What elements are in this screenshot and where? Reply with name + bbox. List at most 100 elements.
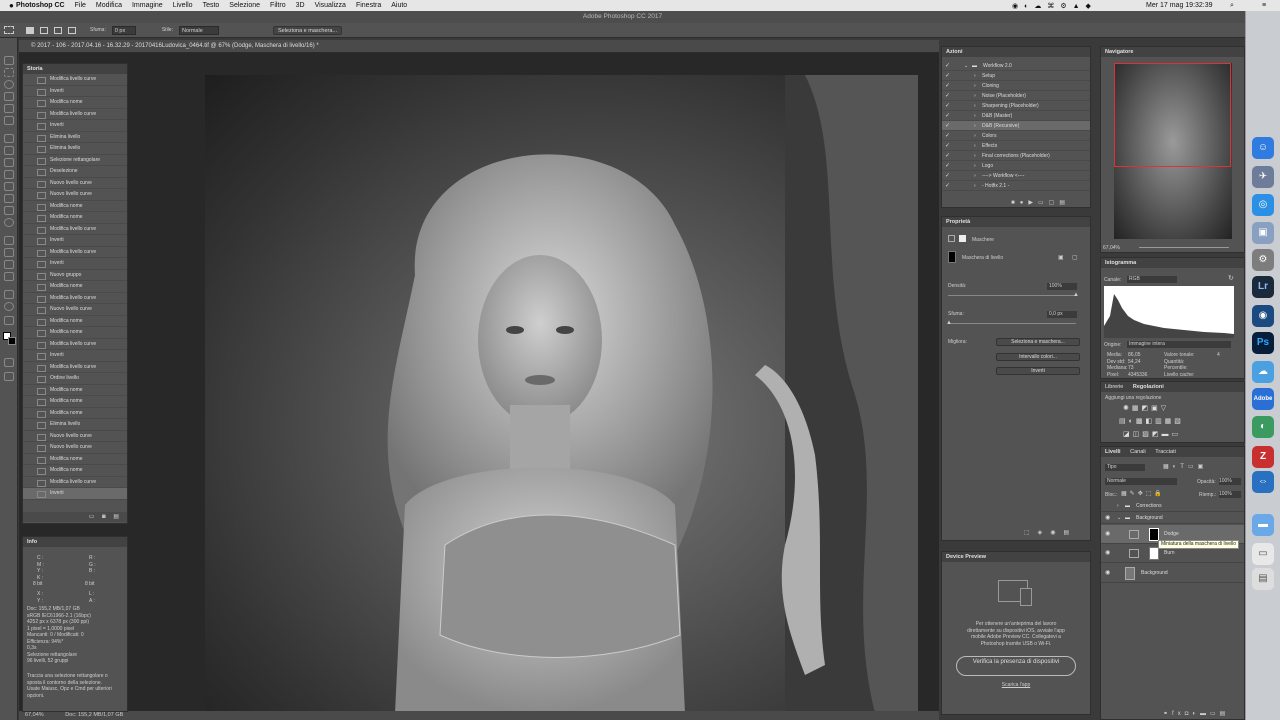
lasso-tool-icon[interactable] <box>4 80 14 89</box>
new-selection-icon[interactable] <box>26 26 34 34</box>
navigator-zoom[interactable]: 67,04% <box>1103 245 1120 252</box>
folder-icon[interactable]: ▬ <box>1252 514 1274 536</box>
history-item[interactable]: Nuovo gruppo <box>23 270 127 281</box>
history-item[interactable]: Modifica nome <box>23 465 127 477</box>
menu-testo[interactable]: Testo <box>198 2 225 9</box>
trash-icon[interactable]: ▤ <box>1064 530 1078 536</box>
new-layer-icon[interactable]: ▭ <box>1210 711 1220 717</box>
layer-group-background[interactable]: ◉ ⌄ ▬ Background <box>1101 512 1244 524</box>
eraser-tool-icon[interactable] <box>4 182 14 191</box>
menu-aiuto[interactable]: Aiuto <box>386 2 412 9</box>
chevron-right-icon[interactable]: › <box>974 121 976 131</box>
tab-adjustments[interactable]: Regolazioni <box>1133 384 1164 390</box>
menu-filtro[interactable]: Filtro <box>265 2 291 9</box>
screen-mode-icon[interactable] <box>4 372 14 381</box>
action-item[interactable]: ✓ › D&B (Recursive) <box>942 121 1090 131</box>
feather-slider[interactable] <box>948 323 1076 324</box>
apply-mask-icon[interactable]: ◈ <box>1038 530 1051 536</box>
history-item[interactable]: Inverti <box>23 86 127 97</box>
photoshop-icon[interactable]: Ps <box>1252 332 1274 354</box>
new-set-icon[interactable]: ▭ <box>1038 200 1049 206</box>
action-item[interactable]: ✓ › Final corrections (Placeholder) <box>942 151 1090 161</box>
action-item[interactable]: ✓ › Cloning <box>942 81 1090 91</box>
actions-title[interactable]: Azioni <box>942 47 1090 57</box>
navigator-title[interactable]: Navigatore <box>1101 47 1244 57</box>
link-icon[interactable]: ⚭ <box>1163 711 1172 717</box>
system-preferences-icon[interactable]: ⚙ <box>1252 249 1274 271</box>
type-tool-icon[interactable] <box>4 248 14 257</box>
trash-icon[interactable]: ▤ <box>113 514 119 520</box>
check-icon[interactable]: ✓ <box>945 131 950 141</box>
check-devices-button[interactable]: Verifica la presenza di dispositivi <box>956 656 1076 676</box>
blur-tool-icon[interactable] <box>4 206 14 215</box>
eyedropper-tool-icon[interactable] <box>4 116 14 125</box>
new-action-icon[interactable]: ▢ <box>1049 200 1060 206</box>
history-item[interactable]: Inverti <box>23 350 127 362</box>
layer-group-corrections[interactable]: › ▬ Corrections <box>1101 500 1244 512</box>
navigator-zoom-slider[interactable] <box>1139 247 1229 248</box>
chevron-right-icon[interactable]: › <box>1117 500 1119 512</box>
history-item[interactable]: Elimina livello <box>23 143 127 155</box>
action-item[interactable]: ✓ › ----> Workflow <---- <box>942 171 1090 181</box>
density-slider[interactable] <box>948 295 1076 296</box>
zoom-level[interactable]: 67,04% <box>25 712 44 718</box>
layer-filter-icons[interactable]: ▦◐T▭▣ <box>1163 463 1207 470</box>
channel-select[interactable]: RGB <box>1127 276 1177 283</box>
chevron-right-icon[interactable]: › <box>974 131 976 141</box>
history-item[interactable]: Modifica nome <box>23 327 127 339</box>
history-item[interactable]: Inverti <box>23 235 127 247</box>
adjustment-icons-row3[interactable]: ◪◫▨◩▬▭ <box>1123 430 1181 438</box>
mask-thumbnail[interactable] <box>1149 547 1159 560</box>
status-icons[interactable]: ◉◐☁⌘⚙▲◆ <box>1012 2 1097 10</box>
density-input[interactable]: 100% <box>1047 283 1077 290</box>
apple-menu-icon[interactable]: ● <box>4 1 19 10</box>
document-tab[interactable]: © 2017 - 106 - 2017.04.16 - 16.32.29 - 2… <box>19 40 939 53</box>
doc-size[interactable]: Doc: 155,2 MB/1,07 GB <box>65 712 123 718</box>
history-item[interactable]: Nuovo livello curve <box>23 304 127 316</box>
action-item[interactable]: ✓ › Noise (Placeholder) <box>942 91 1090 101</box>
chevron-right-icon[interactable]: › <box>974 171 976 181</box>
action-item[interactable]: ✓ › Setup <box>942 71 1090 81</box>
quick-mask-icon[interactable] <box>4 358 14 367</box>
check-icon[interactable]: ✓ <box>945 61 950 71</box>
zoom-tool-icon[interactable] <box>4 302 14 311</box>
preview-icon[interactable]: ▣ <box>1252 222 1274 244</box>
opacity-input[interactable]: 100% <box>1219 478 1241 485</box>
history-brush-tool-icon[interactable] <box>4 170 14 179</box>
check-icon[interactable]: ✓ <box>945 161 950 171</box>
tab-paths[interactable]: Tracciati <box>1155 449 1176 455</box>
history-item[interactable]: Modifica nome <box>23 408 127 419</box>
snapshot-icon[interactable]: ◙ <box>102 514 106 520</box>
invert-button[interactable]: Inverti <box>996 367 1080 375</box>
menu-file[interactable]: File <box>70 2 91 9</box>
history-item[interactable]: Modifica livello curve <box>23 109 127 120</box>
visibility-icon[interactable]: ◉ <box>1050 530 1063 536</box>
document-icon[interactable]: ▭ <box>1252 543 1274 565</box>
chevron-down-icon[interactable]: ⌄ <box>1117 512 1121 524</box>
search-icon[interactable]: ⌕ <box>1230 2 1234 10</box>
select-and-mask-button[interactable]: Seleziona e maschera... <box>996 338 1080 346</box>
history-item[interactable]: Elimina livello <box>23 419 127 431</box>
document-image[interactable] <box>205 75 918 713</box>
hand-tool-icon[interactable] <box>4 290 14 299</box>
adjustment-layer-icon[interactable]: ◐ <box>1192 711 1200 717</box>
intersect-selection-icon[interactable] <box>68 26 76 34</box>
navigator-thumbnail[interactable] <box>1114 63 1232 239</box>
crop-tool-icon[interactable] <box>4 104 14 113</box>
tab-channels[interactable]: Canali <box>1130 449 1146 455</box>
gradient-tool-icon[interactable] <box>4 194 14 203</box>
check-icon[interactable]: ✓ <box>945 71 950 81</box>
shape-tool-icon[interactable] <box>4 272 14 281</box>
history-item[interactable]: Modifica livello curve <box>23 477 127 488</box>
mask-thumbnail[interactable] <box>948 251 956 263</box>
eye-icon[interactable]: ◉ <box>1105 544 1110 563</box>
history-item[interactable]: Selezione rettangolare <box>23 155 127 166</box>
action-item[interactable]: ✓ › Sharpening (Placeholder) <box>942 101 1090 111</box>
add-selection-icon[interactable] <box>40 26 48 34</box>
brush-tool-icon[interactable] <box>4 146 14 155</box>
density-handle[interactable]: ▲ <box>1073 292 1079 298</box>
healing-tool-icon[interactable] <box>4 134 14 143</box>
fill-input[interactable]: 100% <box>1219 491 1241 498</box>
refresh-icon[interactable]: ↻ <box>1228 274 1234 282</box>
chevron-right-icon[interactable]: › <box>974 71 976 81</box>
